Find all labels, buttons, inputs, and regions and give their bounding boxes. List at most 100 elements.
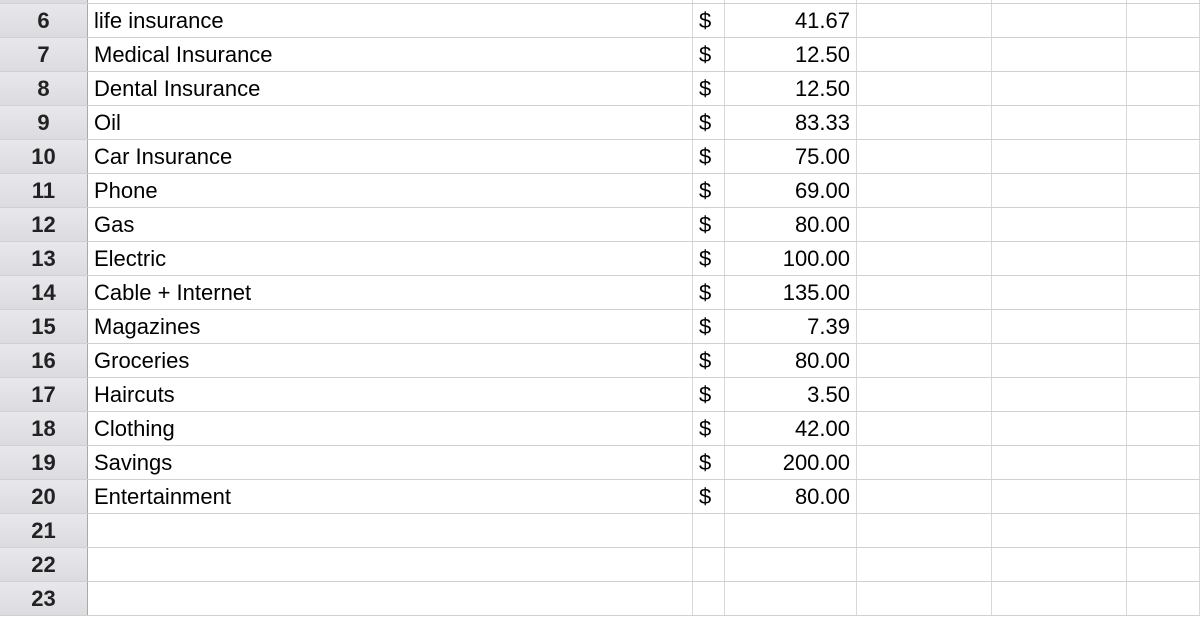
cell-label[interactable]: Clothing [88,412,693,445]
spreadsheet-grid[interactable]: 5 Mortgage, PMI, ins, tax $ 1,010.00 6 l… [0,0,1200,616]
cell-empty[interactable] [992,548,1127,581]
cell-amount[interactable]: 100.00 [725,242,857,275]
cell-empty[interactable] [857,72,992,105]
row-header[interactable]: 10 [0,140,88,173]
cell-currency[interactable]: $ [693,4,725,37]
cell-empty[interactable] [1127,72,1200,105]
cell-empty[interactable] [857,446,992,479]
cell-currency[interactable] [693,582,725,615]
cell-empty[interactable] [857,0,992,3]
cell-empty[interactable] [992,412,1127,445]
cell-empty[interactable] [857,378,992,411]
cell-empty[interactable] [992,480,1127,513]
cell-currency[interactable]: $ [693,446,725,479]
cell-empty[interactable] [1127,38,1200,71]
row-header[interactable]: 16 [0,344,88,377]
cell-empty[interactable] [992,38,1127,71]
cell-label[interactable]: Oil [88,106,693,139]
cell-empty[interactable] [1127,446,1200,479]
cell-empty[interactable] [1127,140,1200,173]
cell-currency[interactable]: $ [693,344,725,377]
cell-empty[interactable] [992,276,1127,309]
row-header[interactable]: 14 [0,276,88,309]
row-header[interactable]: 9 [0,106,88,139]
cell-label[interactable] [88,582,693,615]
cell-empty[interactable] [992,310,1127,343]
cell-amount[interactable]: 3.50 [725,378,857,411]
cell-label[interactable] [88,514,693,547]
cell-currency[interactable]: $ [693,412,725,445]
cell-currency[interactable]: $ [693,140,725,173]
cell-amount[interactable] [725,582,857,615]
cell-label[interactable]: Medical Insurance [88,38,693,71]
cell-amount[interactable]: 1,010.00 [725,0,857,3]
cell-label[interactable]: Entertainment [88,480,693,513]
row-header[interactable]: 8 [0,72,88,105]
cell-currency[interactable]: $ [693,106,725,139]
cell-amount[interactable]: 7.39 [725,310,857,343]
row-header[interactable]: 20 [0,480,88,513]
cell-empty[interactable] [857,344,992,377]
row-header[interactable]: 22 [0,548,88,581]
cell-amount[interactable]: 200.00 [725,446,857,479]
cell-empty[interactable] [1127,378,1200,411]
cell-currency[interactable] [693,548,725,581]
cell-empty[interactable] [992,4,1127,37]
cell-label[interactable]: Electric [88,242,693,275]
cell-empty[interactable] [857,140,992,173]
row-header[interactable]: 13 [0,242,88,275]
cell-empty[interactable] [992,514,1127,547]
cell-currency[interactable]: $ [693,310,725,343]
cell-label[interactable]: Savings [88,446,693,479]
cell-empty[interactable] [992,208,1127,241]
cell-amount[interactable]: 80.00 [725,208,857,241]
row-header[interactable]: 5 [0,0,88,3]
cell-empty[interactable] [1127,514,1200,547]
cell-empty[interactable] [1127,582,1200,615]
cell-empty[interactable] [992,106,1127,139]
cell-label[interactable]: life insurance [88,4,693,37]
cell-empty[interactable] [857,38,992,71]
row-header[interactable]: 17 [0,378,88,411]
cell-currency[interactable]: $ [693,0,725,3]
cell-empty[interactable] [1127,480,1200,513]
cell-label[interactable]: Mortgage, PMI, ins, tax [88,0,693,3]
cell-empty[interactable] [857,4,992,37]
cell-empty[interactable] [992,0,1127,3]
cell-empty[interactable] [992,446,1127,479]
cell-empty[interactable] [992,378,1127,411]
cell-amount[interactable]: 42.00 [725,412,857,445]
cell-currency[interactable]: $ [693,72,725,105]
row-header[interactable]: 12 [0,208,88,241]
cell-empty[interactable] [1127,310,1200,343]
cell-label[interactable]: Phone [88,174,693,207]
cell-empty[interactable] [857,310,992,343]
cell-currency[interactable]: $ [693,174,725,207]
cell-empty[interactable] [857,106,992,139]
cell-amount[interactable]: 80.00 [725,344,857,377]
cell-empty[interactable] [857,276,992,309]
cell-label[interactable]: Haircuts [88,378,693,411]
cell-amount[interactable]: 12.50 [725,38,857,71]
cell-empty[interactable] [1127,208,1200,241]
cell-empty[interactable] [992,174,1127,207]
cell-empty[interactable] [857,480,992,513]
cell-empty[interactable] [857,514,992,547]
cell-empty[interactable] [992,72,1127,105]
cell-amount[interactable]: 69.00 [725,174,857,207]
cell-empty[interactable] [992,582,1127,615]
cell-amount[interactable] [725,514,857,547]
row-header[interactable]: 18 [0,412,88,445]
cell-amount[interactable]: 12.50 [725,72,857,105]
cell-label[interactable]: Dental Insurance [88,72,693,105]
cell-amount[interactable]: 41.67 [725,4,857,37]
row-header[interactable]: 19 [0,446,88,479]
cell-empty[interactable] [857,174,992,207]
cell-currency[interactable]: $ [693,480,725,513]
cell-currency[interactable]: $ [693,378,725,411]
cell-empty[interactable] [857,242,992,275]
row-header[interactable]: 11 [0,174,88,207]
cell-amount[interactable]: 135.00 [725,276,857,309]
cell-empty[interactable] [1127,106,1200,139]
cell-empty[interactable] [992,242,1127,275]
